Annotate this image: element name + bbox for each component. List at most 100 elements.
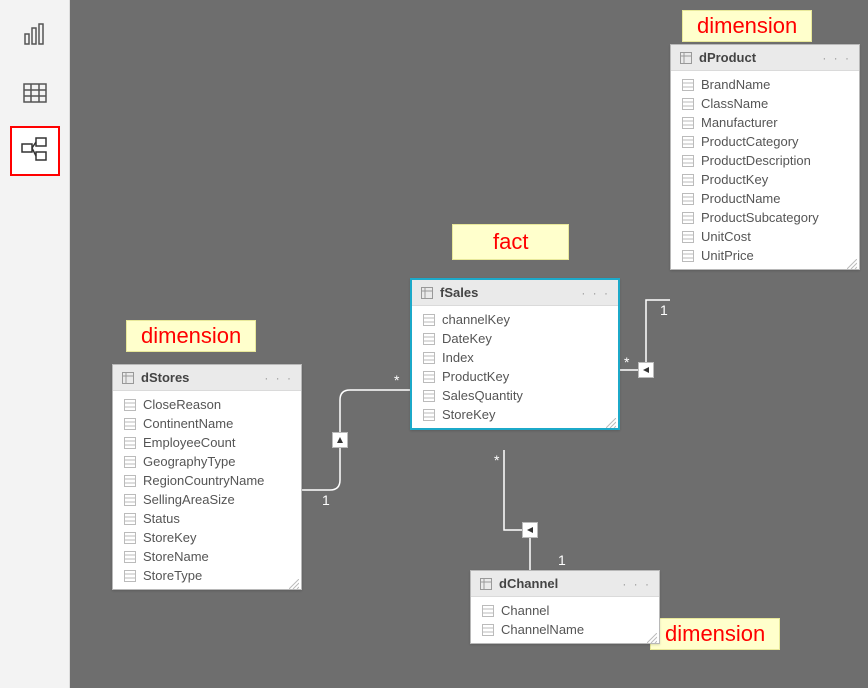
field-row[interactable]: CloseReason xyxy=(113,395,301,414)
annotation-dimension: dimension xyxy=(682,10,812,42)
field-row[interactable]: UnitPrice xyxy=(671,246,859,265)
field-label: Index xyxy=(442,350,474,365)
field-label: Channel xyxy=(501,603,549,618)
field-row[interactable]: RegionCountryName xyxy=(113,471,301,490)
table-menu-button[interactable]: · · · xyxy=(581,286,610,300)
field-row[interactable]: StoreKey xyxy=(412,405,618,424)
field-row[interactable]: channelKey xyxy=(412,310,618,329)
view-sidebar xyxy=(0,0,70,688)
field-row[interactable]: ProductDescription xyxy=(671,151,859,170)
field-row[interactable]: ProductCategory xyxy=(671,132,859,151)
field-row[interactable]: ProductKey xyxy=(412,367,618,386)
column-icon xyxy=(422,389,436,403)
column-icon xyxy=(123,398,137,412)
model-icon xyxy=(20,136,50,166)
report-view-button[interactable] xyxy=(10,10,60,60)
column-icon xyxy=(422,332,436,346)
column-icon xyxy=(123,493,137,507)
column-icon xyxy=(123,455,137,469)
field-row[interactable]: Index xyxy=(412,348,618,367)
field-row[interactable]: GeographyType xyxy=(113,452,301,471)
resize-handle[interactable] xyxy=(289,577,299,587)
table-fields: CloseReason ContinentName EmployeeCount Geo… xyxy=(113,391,301,589)
column-icon xyxy=(422,370,436,384)
column-icon xyxy=(422,351,436,365)
column-icon xyxy=(481,623,495,637)
field-row[interactable]: StoreName xyxy=(113,547,301,566)
table-dchannel[interactable]: dChannel · · · Channel ChannelName xyxy=(470,570,660,644)
field-row[interactable]: Status xyxy=(113,509,301,528)
table-header[interactable]: dProduct · · · xyxy=(671,45,859,71)
field-label: ContinentName xyxy=(143,416,233,431)
cardinality-many: * xyxy=(624,354,629,370)
field-row[interactable]: ProductKey xyxy=(671,170,859,189)
table-title: dStores xyxy=(141,370,264,385)
table-menu-button[interactable]: · · · xyxy=(264,371,293,385)
field-row[interactable]: ProductSubcategory xyxy=(671,208,859,227)
field-label: ProductName xyxy=(701,191,780,206)
field-row[interactable]: ClassName xyxy=(671,94,859,113)
resize-handle[interactable] xyxy=(847,257,857,267)
field-row[interactable]: ContinentName xyxy=(113,414,301,433)
table-header[interactable]: dChannel · · · xyxy=(471,571,659,597)
field-label: ProductKey xyxy=(701,172,768,187)
table-header[interactable]: dStores · · · xyxy=(113,365,301,391)
cardinality-one: 1 xyxy=(660,302,668,318)
column-icon xyxy=(123,512,137,526)
field-label: Manufacturer xyxy=(701,115,778,130)
field-label: channelKey xyxy=(442,312,510,327)
resize-handle[interactable] xyxy=(647,631,657,641)
cardinality-many: * xyxy=(394,372,399,388)
annotation-dimension: dimension xyxy=(650,618,780,650)
field-row[interactable]: EmployeeCount xyxy=(113,433,301,452)
field-label: DateKey xyxy=(442,331,492,346)
field-row[interactable]: StoreKey xyxy=(113,528,301,547)
column-icon xyxy=(681,211,695,225)
column-icon xyxy=(681,154,695,168)
table-fields: Channel ChannelName xyxy=(471,597,659,643)
annotation-dimension: dimension xyxy=(126,320,256,352)
column-icon xyxy=(123,474,137,488)
column-icon xyxy=(123,550,137,564)
table-fsales[interactable]: fSales · · · channelKey DateKey Index Produ… xyxy=(410,278,620,430)
table-title: dProduct xyxy=(699,50,822,65)
column-icon xyxy=(123,531,137,545)
field-row[interactable]: StoreType xyxy=(113,566,301,585)
cardinality-one: 1 xyxy=(322,492,330,508)
table-menu-button[interactable]: · · · xyxy=(622,577,651,591)
table-dstores[interactable]: dStores · · · CloseReason ContinentName Em… xyxy=(112,364,302,590)
cardinality-one: 1 xyxy=(558,552,566,568)
column-icon xyxy=(681,173,695,187)
column-icon xyxy=(123,417,137,431)
table-fields: channelKey DateKey Index ProductKeySalesQua… xyxy=(412,306,618,428)
field-row[interactable]: BrandName xyxy=(671,75,859,94)
field-row[interactable]: SellingAreaSize xyxy=(113,490,301,509)
field-label: EmployeeCount xyxy=(143,435,236,450)
field-row[interactable]: UnitCost xyxy=(671,227,859,246)
column-icon xyxy=(681,116,695,130)
table-icon xyxy=(22,80,48,106)
model-canvas[interactable]: 1 * 1 * 1 * dimension fact dimension dim… xyxy=(70,0,868,688)
table-menu-button[interactable]: · · · xyxy=(822,51,851,65)
model-view-button[interactable] xyxy=(10,126,60,176)
table-dproduct[interactable]: dProduct · · · BrandNameClassName Manufac… xyxy=(670,44,860,270)
table-fields: BrandNameClassName Manufacturer ProductCat… xyxy=(671,71,859,269)
field-row[interactable]: SalesQuantity xyxy=(412,386,618,405)
field-row[interactable]: ProductName xyxy=(671,189,859,208)
field-row[interactable]: Channel xyxy=(471,601,659,620)
field-row[interactable]: DateKey xyxy=(412,329,618,348)
annotation-fact: fact xyxy=(452,224,569,260)
field-row[interactable]: Manufacturer xyxy=(671,113,859,132)
table-icon xyxy=(420,286,434,300)
table-header[interactable]: fSales · · · xyxy=(412,280,618,306)
data-view-button[interactable] xyxy=(10,68,60,118)
cardinality-many: * xyxy=(494,452,499,468)
column-icon xyxy=(681,192,695,206)
column-icon xyxy=(681,249,695,263)
table-icon xyxy=(679,51,693,65)
field-row[interactable]: ChannelName xyxy=(471,620,659,639)
field-label: StoreKey xyxy=(143,530,196,545)
column-icon xyxy=(422,408,436,422)
resize-handle[interactable] xyxy=(606,416,616,426)
column-icon xyxy=(422,313,436,327)
